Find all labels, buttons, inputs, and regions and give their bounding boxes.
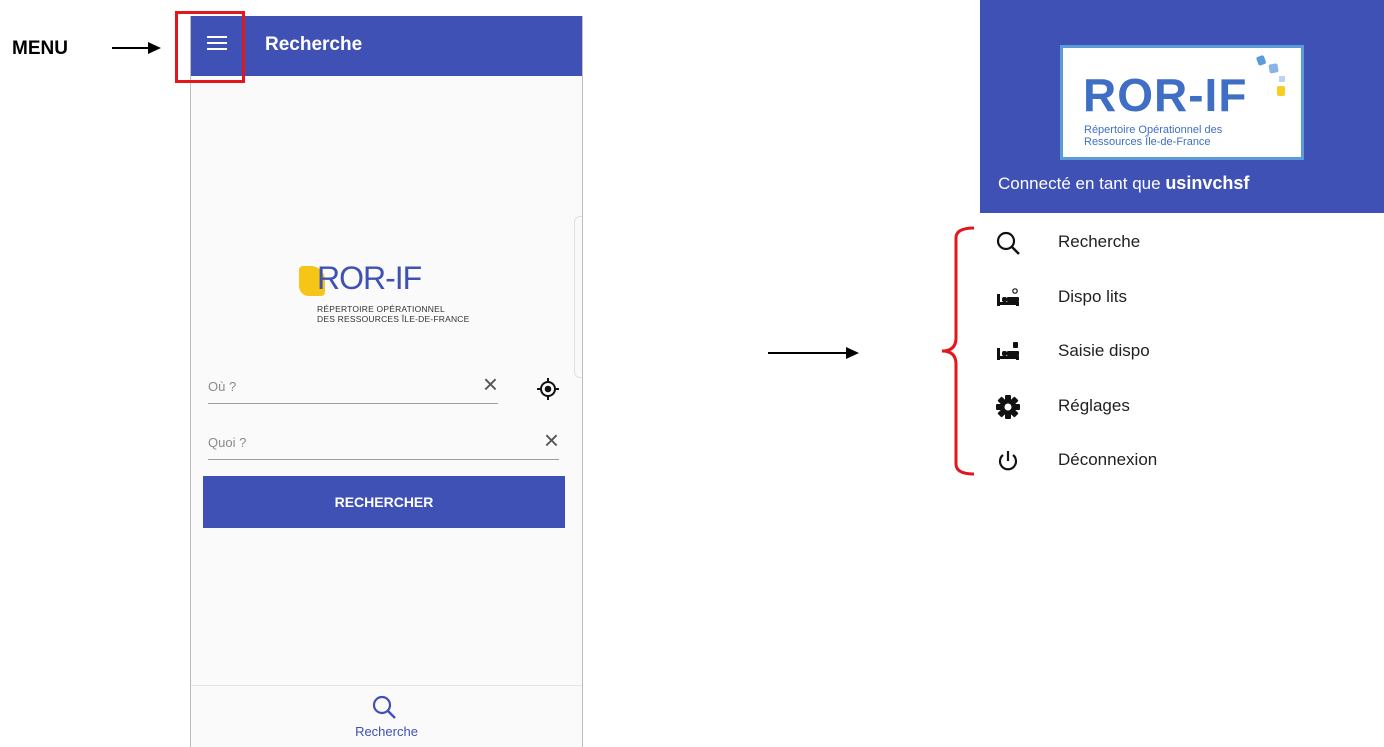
- drawer-logo-line2: Ressources Île-de-France: [1084, 136, 1211, 148]
- app-bar-title: Recherche: [265, 34, 363, 55]
- where-placeholder: Où ?: [208, 379, 237, 394]
- where-field[interactable]: Où ? ×: [208, 369, 498, 404]
- logo-word: ROR-IF: [317, 260, 422, 296]
- drawer-item-label: Réglages: [1058, 396, 1130, 415]
- bed-search-icon: [997, 288, 1019, 306]
- username: usinvchsf: [1165, 173, 1250, 193]
- menu-annotation-label: MENU: [12, 38, 68, 59]
- menu-annotation-arrowhead: [148, 42, 161, 54]
- connected-prefix: Connecté en tant que: [998, 174, 1161, 193]
- what-placeholder: Quoi ?: [208, 435, 247, 450]
- drawer-item-label: Dispo lits: [1058, 287, 1127, 306]
- power-icon: [998, 451, 1018, 471]
- logo-subtitle-line2: DES RESSOURCES ÎLE-DE-FRANCE: [317, 314, 470, 324]
- drawer-item-deconnexion[interactable]: Déconnexion: [995, 440, 1335, 480]
- bottom-nav-label[interactable]: Recherche: [191, 724, 582, 739]
- drawer-logo-word: ROR-IF: [1083, 69, 1248, 121]
- scroll-indicator[interactable]: [574, 216, 582, 378]
- transition-arrowhead: [846, 347, 859, 359]
- logo-dots: [1256, 55, 1285, 96]
- locate-icon[interactable]: [536, 377, 560, 401]
- drawer-item-label: Recherche: [1058, 232, 1141, 251]
- drawer-item-label: Saisie dispo: [1058, 341, 1150, 360]
- menu-annotation-arrow: [112, 47, 150, 49]
- menu-items-brace: [941, 226, 975, 476]
- app-bar: Recherche: [191, 16, 582, 76]
- clear-where-icon[interactable]: ×: [483, 371, 498, 397]
- ror-if-logo: ROR-IF RÉPERTOIRE OPÉRATIONNEL DES RESSO…: [299, 260, 479, 336]
- drawer-item-saisie-dispo[interactable]: Saisie dispo: [995, 331, 1335, 371]
- connected-as-text: Connecté en tant que usinvchsf: [998, 173, 1249, 194]
- search-icon: [996, 231, 1020, 255]
- phone-screen: Recherche ROR-IF RÉPERTOIRE OPÉRATIONNEL…: [190, 16, 583, 747]
- search-button[interactable]: RECHERCHER: [203, 476, 565, 528]
- drawer-header: ROR-IF Répertoire Opérationnel des Resso…: [980, 0, 1384, 213]
- transition-arrow: [768, 352, 848, 354]
- bed-edit-icon: [997, 342, 1019, 360]
- drawer-item-recherche[interactable]: Recherche: [995, 222, 1335, 262]
- drawer-item-reglages[interactable]: Réglages: [995, 386, 1335, 426]
- bottom-navigation: Recherche: [191, 685, 582, 747]
- drawer-item-label: Déconnexion: [1058, 450, 1158, 469]
- drawer-logo: ROR-IF Répertoire Opérationnel des Resso…: [1060, 45, 1304, 160]
- clear-what-icon[interactable]: ×: [544, 427, 559, 453]
- gear-icon: [996, 395, 1020, 419]
- drawer-item-dispo-lits[interactable]: Dispo lits: [995, 277, 1335, 317]
- logo-subtitle-line1: RÉPERTOIRE OPÉRATIONNEL: [317, 304, 445, 314]
- drawer-logo-line1: Répertoire Opérationnel des: [1084, 124, 1223, 136]
- menu-highlight-box: [175, 11, 245, 83]
- search-icon[interactable]: [371, 694, 397, 720]
- what-field[interactable]: Quoi ? ×: [208, 425, 559, 460]
